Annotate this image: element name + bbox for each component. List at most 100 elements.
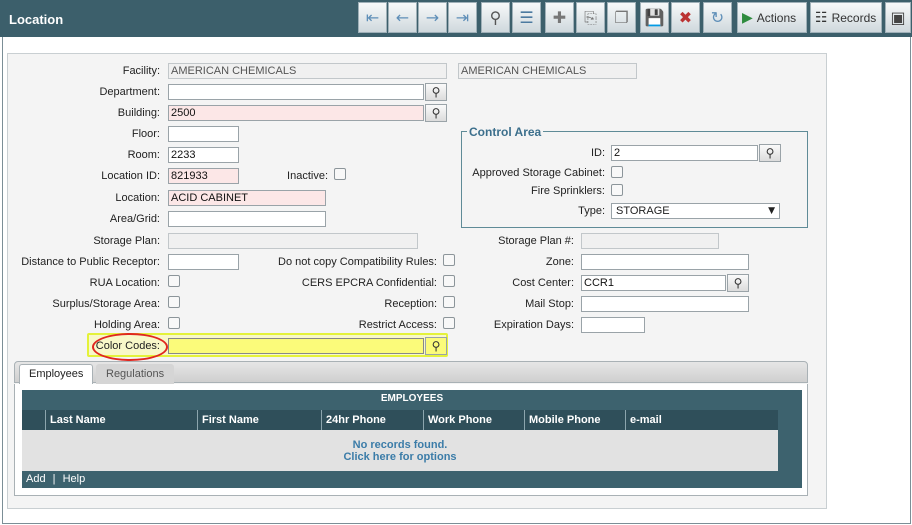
type-select[interactable]: STORAGE ▼ <box>611 203 780 219</box>
options-link[interactable]: Click here for options <box>22 451 778 463</box>
annotation-circle <box>92 333 168 361</box>
refresh-icon: ↻ <box>710 8 725 27</box>
tab-regulations[interactable]: Regulations <box>96 364 175 385</box>
add-link[interactable]: Add <box>26 473 46 485</box>
surplus-checkbox[interactable] <box>168 296 180 308</box>
facility-label: Facility: <box>122 65 160 77</box>
records-label: Records <box>831 10 877 25</box>
tab-employees[interactable]: Employees <box>19 364 94 385</box>
records-button[interactable]: ☷ Records <box>810 2 882 33</box>
control-id-lookup-button[interactable]: ⚲ <box>759 144 781 162</box>
new-record-icon: ✚ <box>552 8 567 27</box>
location-field[interactable]: ACID CABINET <box>168 190 326 206</box>
control-id-field[interactable]: 2 <box>611 145 758 161</box>
inactive-checkbox[interactable] <box>334 168 346 180</box>
last-record-icon: ⇥ <box>455 8 470 27</box>
department-field[interactable] <box>168 84 424 100</box>
search-icon: ⚲ <box>431 339 441 353</box>
color-codes-lookup-button[interactable]: ⚲ <box>425 337 447 355</box>
actions-label: Actions <box>756 10 797 25</box>
zone-label: Zone: <box>545 256 574 268</box>
storage-plan-num-label: Storage Plan #: <box>498 235 574 247</box>
location-id-field[interactable]: 821933 <box>168 168 239 184</box>
expiration-field[interactable] <box>581 317 645 333</box>
mail-stop-label: Mail Stop: <box>525 298 574 310</box>
rua-checkbox[interactable] <box>168 275 180 287</box>
list-icon: ☰ <box>519 8 534 27</box>
grid-footer: Add | Help <box>22 471 802 488</box>
search-button[interactable]: ⚲ <box>481 2 510 33</box>
type-label: Type: <box>578 205 605 217</box>
column-header[interactable]: 24hr Phone <box>322 410 424 430</box>
actions-button[interactable]: ▶ Actions <box>737 2 807 33</box>
area-grid-label: Area/Grid: <box>109 213 160 225</box>
empty-message[interactable]: No records found. Click here for options <box>22 439 778 463</box>
storage-plan-field <box>168 233 418 249</box>
column-header[interactable]: Mobile Phone <box>525 410 626 430</box>
column-header[interactable]: First Name <box>198 410 322 430</box>
facility-field: AMERICAN CHEMICALS <box>168 63 447 79</box>
inactive-label: Inactive: <box>287 170 328 182</box>
first-record-icon: ⇤ <box>365 8 380 27</box>
distance-label: Distance to Public Receptor: <box>21 256 160 268</box>
zone-field[interactable] <box>581 254 749 270</box>
delete-button[interactable]: ✖ <box>671 2 700 33</box>
prev-record-button[interactable]: ← <box>388 2 417 33</box>
reception-checkbox[interactable] <box>443 296 455 308</box>
help-link[interactable]: Help <box>63 473 86 485</box>
search-icon: ⚲ <box>489 8 502 27</box>
holding-label: Holding Area: <box>93 319 160 331</box>
column-header[interactable]: Work Phone <box>424 410 525 430</box>
location-id-label: Location ID: <box>101 170 160 182</box>
duplicate-icon: ❐ <box>614 8 629 27</box>
duplicate-button[interactable]: ❐ <box>607 2 636 33</box>
prev-record-icon: ← <box>395 8 410 27</box>
storage-plan-label: Storage Plan: <box>93 235 160 247</box>
area-grid-field[interactable] <box>168 211 326 227</box>
grid-scrollbar[interactable] <box>778 410 802 471</box>
type-value: STORAGE <box>616 205 670 217</box>
last-record-button[interactable]: ⇥ <box>448 2 477 33</box>
save-icon: 💾 <box>644 8 665 27</box>
holding-checkbox[interactable] <box>168 317 180 329</box>
floor-field[interactable] <box>168 126 239 142</box>
copy-record-icon: ⎘ <box>584 7 597 27</box>
department-label: Department: <box>99 86 160 98</box>
floor-label: Floor: <box>131 128 160 140</box>
color-codes-field[interactable] <box>168 338 424 354</box>
department-lookup-button[interactable]: ⚲ <box>425 83 447 101</box>
distance-field[interactable] <box>168 254 239 270</box>
cost-center-lookup-button[interactable]: ⚲ <box>727 274 749 292</box>
chevron-down-icon: ▼ <box>768 206 775 216</box>
approved-cabinet-checkbox[interactable] <box>611 166 623 178</box>
building-lookup-button[interactable]: ⚲ <box>425 104 447 122</box>
column-header[interactable]: e-mail <box>626 410 778 430</box>
search-icon: ⚲ <box>765 146 775 160</box>
cers-checkbox[interactable] <box>443 275 455 287</box>
column-header[interactable]: Last Name <box>46 410 198 430</box>
copy-record-button[interactable]: ⎘ <box>576 2 605 33</box>
refresh-button[interactable]: ↻ <box>703 2 732 33</box>
window-icon: ▣ <box>890 8 906 27</box>
restrict-checkbox[interactable] <box>443 317 455 329</box>
grid-select-column <box>22 410 46 430</box>
location-label: Location: <box>115 192 160 204</box>
new-record-button[interactable]: ✚ <box>545 2 574 33</box>
room-field[interactable]: 2233 <box>168 147 239 163</box>
first-record-button[interactable]: ⇤ <box>358 2 387 33</box>
approved-cabinet-label: Approved Storage Cabinet: <box>472 167 605 179</box>
list-view-button[interactable]: ☰ <box>512 2 541 33</box>
search-icon: ⚲ <box>733 276 743 290</box>
storage-plan-num-field <box>581 233 719 249</box>
next-record-button[interactable]: → <box>418 2 447 33</box>
fire-sprinklers-checkbox[interactable] <box>611 184 623 196</box>
control-area-title: Control Area <box>467 125 544 139</box>
window-menu-button[interactable]: ▣ <box>885 2 911 33</box>
save-button[interactable]: 💾 <box>640 2 669 33</box>
fire-sprinklers-label: Fire Sprinklers: <box>531 185 605 197</box>
cost-center-field[interactable]: CCR1 <box>581 275 726 291</box>
no-records-text: No records found. <box>352 439 448 451</box>
building-field[interactable]: 2500 <box>168 105 424 121</box>
mail-stop-field[interactable] <box>581 296 749 312</box>
do-not-copy-checkbox[interactable] <box>443 254 455 266</box>
